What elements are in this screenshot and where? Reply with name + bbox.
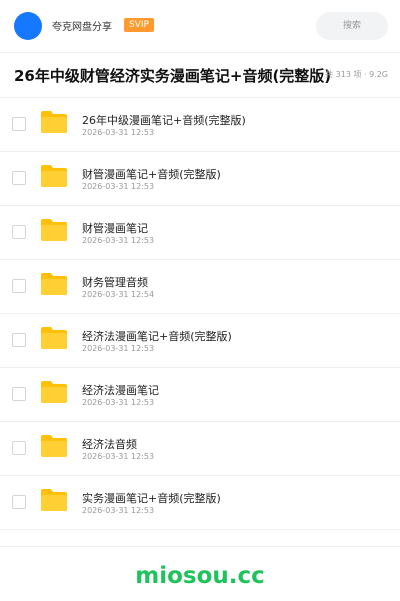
page-title: 26年中级财管经济实务漫画笔记+音频(完整版) [14, 67, 332, 85]
title-bar: 26年中级财管经济实务漫画笔记+音频(完整版) 共 313 项 · 9.2G [0, 53, 400, 98]
select-checkbox[interactable] [12, 171, 26, 185]
folder-icon [41, 165, 67, 187]
svip-badge: SVIP [124, 18, 154, 32]
avatar[interactable] [14, 12, 42, 40]
app-name: 夸克网盘分享 [52, 22, 112, 33]
watermark: miosou.cc [135, 563, 265, 589]
folder-icon [41, 489, 67, 511]
file-name: 实务漫画笔记+音频(完整版) [82, 492, 221, 505]
file-row[interactable]: 财管漫画笔记+音频(完整版) 2026-03-31 12:53 [0, 152, 400, 206]
file-row[interactable]: 财务管理音频 2026-03-31 12:54 [0, 260, 400, 314]
select-checkbox[interactable] [12, 495, 26, 509]
select-checkbox[interactable] [12, 225, 26, 239]
file-name: 经济法漫画笔记+音频(完整版) [82, 330, 232, 343]
folder-icon [41, 111, 67, 133]
file-row[interactable]: 实务漫画笔记+音频(完整版) 2026-03-31 12:53 [0, 476, 400, 530]
select-checkbox[interactable] [12, 387, 26, 401]
file-date: 2026-03-31 12:53 [82, 236, 155, 245]
select-checkbox[interactable] [12, 441, 26, 455]
file-row[interactable]: 经济法漫画笔记+音频(完整版) 2026-03-31 12:53 [0, 314, 400, 368]
select-checkbox[interactable] [12, 333, 26, 347]
search-input[interactable]: 搜索 [316, 12, 388, 40]
folder-icon [41, 327, 67, 349]
file-row[interactable]: 26年中级漫画笔记+音频(完整版) 2026-03-31 12:53 [0, 98, 400, 152]
file-row[interactable]: 财管漫画笔记 2026-03-31 12:53 [0, 206, 400, 260]
file-date: 2026-03-31 12:53 [82, 128, 155, 137]
file-name: 财管漫画笔记 [82, 222, 148, 235]
header-bar: 夸克网盘分享 SVIP 搜索 [0, 0, 400, 53]
folder-icon [41, 435, 67, 457]
select-checkbox[interactable] [12, 117, 26, 131]
file-name: 经济法音频 [82, 438, 137, 451]
file-name: 26年中级漫画笔记+音频(完整版) [82, 114, 246, 127]
file-row[interactable]: 经济法漫画笔记 2026-03-31 12:53 [0, 368, 400, 422]
share-meta: 共 313 项 · 9.2G [325, 70, 388, 79]
file-date: 2026-03-31 12:53 [82, 344, 155, 353]
file-name: 经济法漫画笔记 [82, 384, 159, 397]
select-checkbox[interactable] [12, 279, 26, 293]
file-date: 2026-03-31 12:53 [82, 506, 155, 515]
file-date: 2026-03-31 12:53 [82, 182, 155, 191]
file-name: 财务管理音频 [82, 276, 148, 289]
file-row[interactable]: 经济法音频 2026-03-31 12:53 [0, 422, 400, 476]
folder-icon [41, 273, 67, 295]
folder-icon [41, 219, 67, 241]
file-list: 26年中级漫画笔记+音频(完整版) 2026-03-31 12:53 财管漫画笔… [0, 98, 400, 530]
file-date: 2026-03-31 12:54 [82, 290, 155, 299]
file-date: 2026-03-31 12:53 [82, 398, 155, 407]
file-name: 财管漫画笔记+音频(完整版) [82, 168, 221, 181]
folder-icon [41, 381, 67, 403]
footer: miosou.cc [0, 546, 400, 601]
file-date: 2026-03-31 12:53 [82, 452, 155, 461]
